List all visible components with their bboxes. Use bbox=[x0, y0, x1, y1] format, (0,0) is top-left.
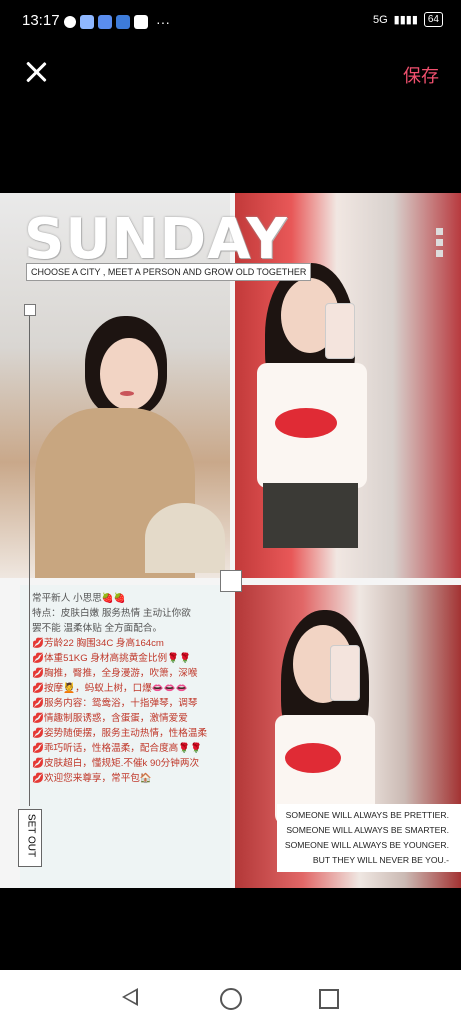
save-button[interactable]: 保存 bbox=[403, 62, 439, 88]
quote-line: SOMEONE WILL ALWAYS BE YOUNGER. bbox=[284, 840, 449, 850]
navigation-bar bbox=[0, 970, 461, 1024]
set-out-label: SET OUT bbox=[18, 809, 42, 867]
description-line: 常平新人 小思思🍓🍓 bbox=[32, 593, 126, 604]
signal-icon: 5G bbox=[372, 13, 388, 26]
close-icon[interactable] bbox=[22, 58, 50, 86]
set-out-text: SET OUT bbox=[25, 813, 37, 858]
divider bbox=[29, 311, 30, 806]
description-text: 常平新人 小思思🍓🍓 特点：皮肤白嫩 服务热情 主动让你欲 罢不能 温柔体贴 全… bbox=[32, 591, 207, 786]
description-line: 💋情趣制服诱惑，含蛋蛋，激情爱爱 bbox=[32, 713, 188, 724]
status-bar: 13:17 ··· 5G ▮▮▮▮ 64 bbox=[0, 0, 461, 44]
description-line: 💋欢迎您来尊享，常平包🏠 bbox=[32, 773, 152, 784]
status-time: 13:17 bbox=[22, 12, 60, 29]
notification-icons: ··· bbox=[64, 14, 170, 30]
description-line: 特点：皮肤白嫩 服务热情 主动让你欲 bbox=[32, 608, 191, 619]
app-icon bbox=[116, 15, 130, 29]
browser-icon bbox=[98, 15, 112, 29]
decorative-dots bbox=[436, 228, 443, 261]
description-line: 💋胸推，臀推，全身漫游，吹箫，深喉 bbox=[32, 668, 198, 679]
app-icon bbox=[80, 15, 94, 29]
decorative-square bbox=[24, 304, 36, 316]
description-panel: 常平新人 小思思🍓🍓 特点：皮肤白嫩 服务热情 主动让你欲 罢不能 温柔体贴 全… bbox=[20, 585, 230, 888]
poster-image: 常平新人 小思思🍓🍓 特点：皮肤白嫩 服务热情 主动让你欲 罢不能 温柔体贴 全… bbox=[0, 193, 461, 888]
quote-line: SOMEONE WILL ALWAYS BE SMARTER. bbox=[286, 825, 449, 835]
status-right: 5G ▮▮▮▮ 64 bbox=[373, 12, 443, 27]
description-line: 💋乖巧听话，性格温柔，配合度高🌹🌹 bbox=[32, 743, 203, 754]
signal-bars-icon: ▮▮▮▮ bbox=[393, 14, 418, 26]
description-line: 💋皮肤超白，懂规矩.不催k 90分钟两次 bbox=[32, 758, 200, 769]
description-line: 💋服务内容：鸳鸯浴，十指弹琴，调琴 bbox=[32, 698, 198, 709]
quote-box: SOMEONE WILL ALWAYS BE PRETTIER. SOMEONE… bbox=[277, 804, 461, 872]
app-icon bbox=[134, 15, 148, 29]
more-notifications: ··· bbox=[156, 14, 170, 30]
top-bar: 保存 bbox=[0, 52, 461, 92]
home-icon[interactable] bbox=[220, 988, 242, 1010]
description-line: 💋按摩💆，蚂蚁上树，口爆👄👄👄 bbox=[32, 683, 188, 694]
wechat-icon bbox=[64, 16, 76, 28]
description-line: 罢不能 温柔体贴 全方面配合。 bbox=[32, 623, 163, 634]
decorative-square bbox=[220, 570, 242, 592]
back-icon[interactable] bbox=[122, 988, 138, 1006]
quote-line: BUT THEY WILL NEVER BE YOU.- bbox=[312, 855, 449, 865]
poster-tagline: CHOOSE A CITY , MEET A PERSON AND GROW O… bbox=[26, 263, 312, 281]
description-line: 💋体重51KG 身材高挑黄金比例🌹🌹 bbox=[32, 653, 191, 664]
recents-icon[interactable] bbox=[319, 989, 339, 1009]
battery-icon: 64 bbox=[423, 12, 443, 27]
description-line: 💋芳龄22 胸围34C 身高164cm bbox=[32, 638, 164, 649]
quote-line: SOMEONE WILL ALWAYS BE PRETTIER. bbox=[285, 810, 449, 820]
description-line: 💋姿势随便摆，服务主动热情，性格温柔 bbox=[32, 728, 208, 739]
